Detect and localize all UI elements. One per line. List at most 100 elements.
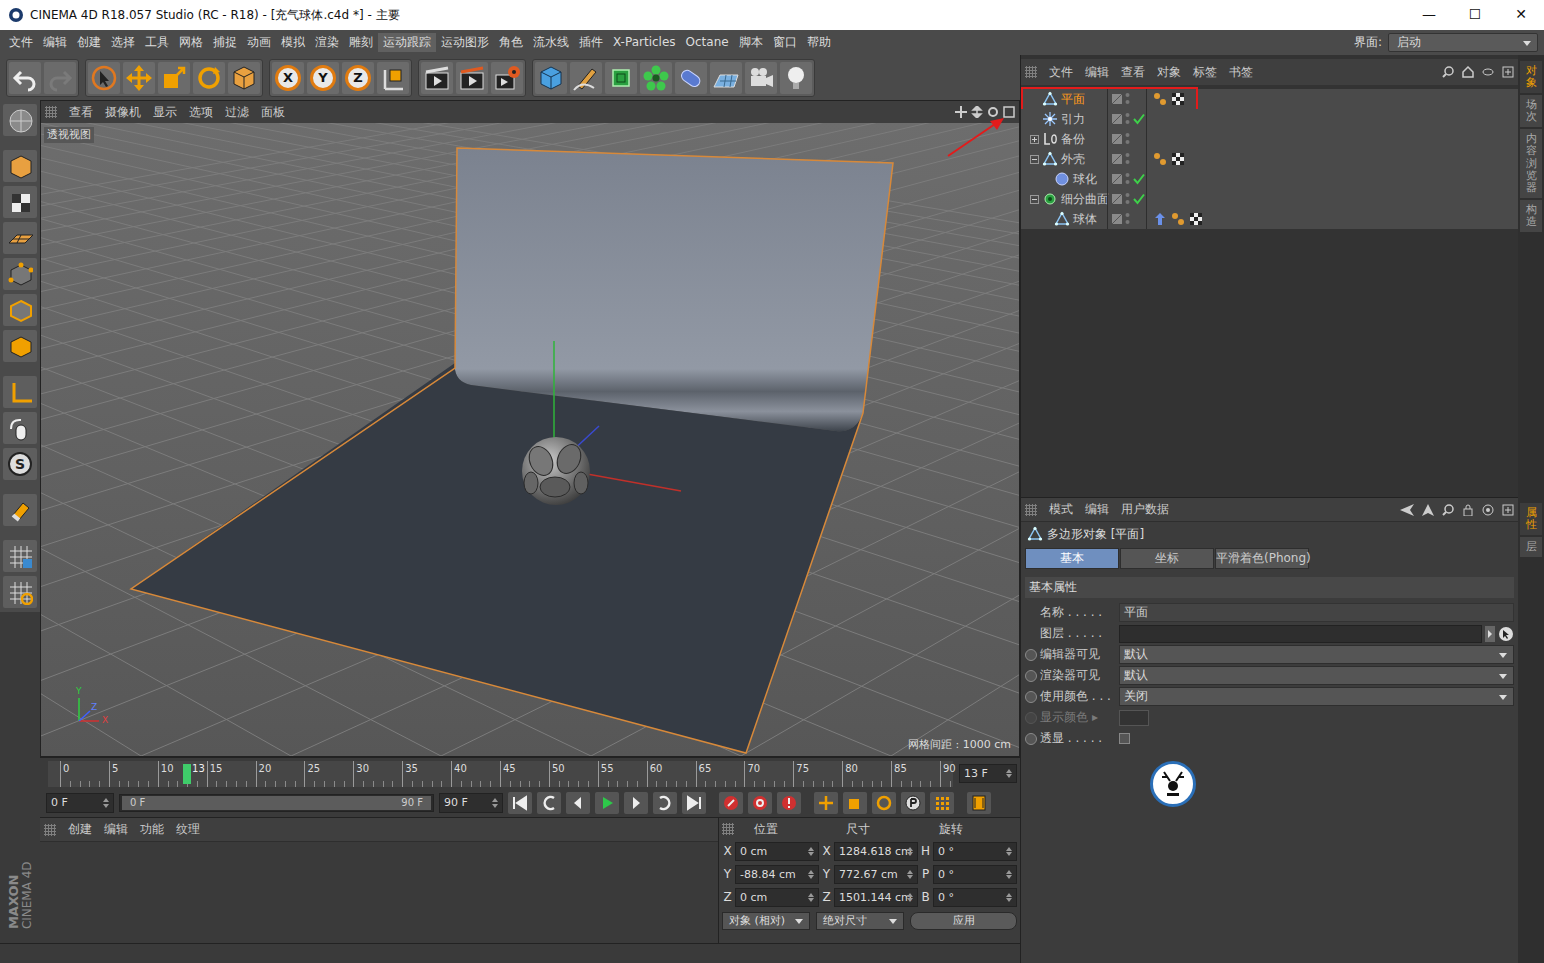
- material-tag-icon[interactable]: [1171, 152, 1185, 166]
- side-tab[interactable]: 层: [1520, 537, 1542, 557]
- mode-button[interactable]: [3, 258, 37, 290]
- viewport-menu-item[interactable]: 选项: [183, 105, 219, 120]
- menu-item[interactable]: 运动图形: [436, 33, 494, 52]
- layer-icon[interactable]: [1112, 174, 1122, 184]
- playback-button[interactable]: [777, 792, 801, 814]
- points-icon[interactable]: [7, 261, 33, 287]
- enabled-check-icon[interactable]: [1133, 153, 1145, 165]
- search-icon[interactable]: [1442, 66, 1454, 78]
- object-name-cell[interactable]: 备份: [1021, 129, 1107, 149]
- layer-icon[interactable]: [1112, 194, 1122, 204]
- axis-lock-button[interactable]: Z: [342, 62, 374, 94]
- playback-button[interactable]: [872, 792, 896, 814]
- scale-icon[interactable]: [160, 64, 188, 92]
- visibility-dots-icon[interactable]: [1125, 132, 1130, 146]
- menu-item[interactable]: Octane: [681, 33, 734, 52]
- attribute-menu-item[interactable]: 编辑: [1079, 502, 1115, 517]
- autokey-icon[interactable]: [751, 794, 769, 812]
- enabled-check-icon[interactable]: [1133, 113, 1145, 125]
- timeline-ruler[interactable]: 05101520253035404550556065707580859013: [48, 761, 953, 787]
- layer-pick-icon[interactable]: [1498, 626, 1514, 642]
- object-row[interactable]: 外壳: [1021, 149, 1518, 169]
- playback-button[interactable]: [595, 792, 619, 814]
- menu-item[interactable]: 脚本: [734, 33, 768, 52]
- object-row[interactable]: 平面: [1021, 89, 1518, 109]
- playback-button[interactable]: [653, 792, 677, 814]
- magnet-icon[interactable]: [7, 497, 33, 523]
- grid-lock-icon[interactable]: [7, 543, 33, 569]
- menu-item[interactable]: 动画: [242, 33, 276, 52]
- visibility-dots-icon[interactable]: [1125, 192, 1130, 206]
- layer-icon[interactable]: [1112, 214, 1122, 224]
- floor-icon[interactable]: [712, 64, 740, 92]
- visibility-dots-icon[interactable]: [1125, 152, 1130, 166]
- key-points-icon[interactable]: [933, 794, 951, 812]
- layer-icon[interactable]: [1112, 154, 1122, 164]
- object-menu-item[interactable]: 文件: [1043, 65, 1079, 80]
- object-name-cell[interactable]: 外壳: [1021, 149, 1107, 169]
- playback-button[interactable]: [566, 792, 590, 814]
- interface-dropdown[interactable]: 启动: [1388, 33, 1538, 52]
- attribute-menu-item[interactable]: 用户数据: [1115, 502, 1175, 517]
- playhead[interactable]: [183, 764, 191, 784]
- axis-lock-z[interactable]: Z: [345, 65, 371, 91]
- enabled-check-icon[interactable]: [1133, 173, 1145, 185]
- animate-radio[interactable]: [1025, 733, 1037, 745]
- viewport-menu-item[interactable]: 面板: [255, 105, 291, 120]
- menu-item[interactable]: 选择: [106, 33, 140, 52]
- minimize-button[interactable]: —: [1406, 0, 1452, 30]
- toolbar-button[interactable]: [570, 62, 602, 94]
- select-icon[interactable]: [90, 64, 118, 92]
- tweak-icon[interactable]: [7, 415, 33, 441]
- playback-button[interactable]: [719, 792, 743, 814]
- up-icon[interactable]: [1422, 504, 1434, 516]
- animate-radio[interactable]: [1025, 649, 1037, 661]
- camera-icon[interactable]: [747, 64, 775, 92]
- size-field[interactable]: 1501.144 cm: [834, 888, 918, 908]
- mode-button[interactable]: [3, 494, 37, 526]
- enabled-check-icon[interactable]: [1133, 93, 1145, 105]
- viewport-menu-item[interactable]: 摄像机: [99, 105, 147, 120]
- animate-radio[interactable]: [1025, 670, 1037, 682]
- key-move-icon[interactable]: [817, 794, 835, 812]
- object-menu-item[interactable]: 书签: [1223, 65, 1259, 80]
- to-start-icon[interactable]: [511, 794, 529, 812]
- apply-button[interactable]: 应用: [910, 912, 1017, 930]
- close-button[interactable]: ✕: [1498, 0, 1544, 30]
- mode-button[interactable]: [3, 576, 37, 608]
- pen-icon[interactable]: [572, 64, 600, 92]
- menu-item[interactable]: 工具: [140, 33, 174, 52]
- search-icon[interactable]: [1442, 504, 1454, 516]
- undo-icon[interactable]: [11, 64, 39, 92]
- cloner-icon[interactable]: [642, 64, 670, 92]
- material-menu-item[interactable]: 功能: [134, 822, 170, 837]
- snap-button[interactable]: S: [3, 448, 37, 480]
- attribute-menu-item[interactable]: 模式: [1043, 502, 1079, 517]
- visibility-dots-icon[interactable]: [1125, 172, 1130, 186]
- help-key-icon[interactable]: [780, 794, 798, 812]
- toolbar-button[interactable]: [535, 62, 567, 94]
- maximize-icon[interactable]: [1003, 106, 1015, 118]
- menu-item[interactable]: 插件: [574, 33, 608, 52]
- toolbar-button[interactable]: [44, 62, 76, 94]
- menu-item[interactable]: 雕刻: [344, 33, 378, 52]
- menu-item[interactable]: 窗口: [768, 33, 802, 52]
- material-tag-icon[interactable]: [1189, 212, 1203, 226]
- toolbar-button[interactable]: [158, 62, 190, 94]
- object-name[interactable]: 外壳: [1061, 152, 1085, 167]
- expand-toggle[interactable]: [1030, 135, 1039, 144]
- layer-menu-icon[interactable]: [1485, 626, 1495, 642]
- object-row[interactable]: 备份: [1021, 129, 1518, 149]
- value-select[interactable]: 关闭: [1119, 687, 1514, 706]
- zoom-icon[interactable]: [971, 106, 983, 118]
- object-row[interactable]: 细分曲面: [1021, 189, 1518, 209]
- toolbar-button[interactable]: [491, 62, 523, 94]
- toolbar-button[interactable]: [745, 62, 777, 94]
- object-row[interactable]: 球体: [1021, 209, 1518, 229]
- object-name[interactable]: 细分曲面: [1061, 192, 1109, 207]
- object-name[interactable]: 引力: [1061, 112, 1085, 127]
- menu-item[interactable]: 角色: [494, 33, 528, 52]
- attribute-tab[interactable]: 基本: [1025, 548, 1119, 569]
- menu-item[interactable]: 文件: [4, 33, 38, 52]
- mode-button[interactable]: [3, 412, 37, 444]
